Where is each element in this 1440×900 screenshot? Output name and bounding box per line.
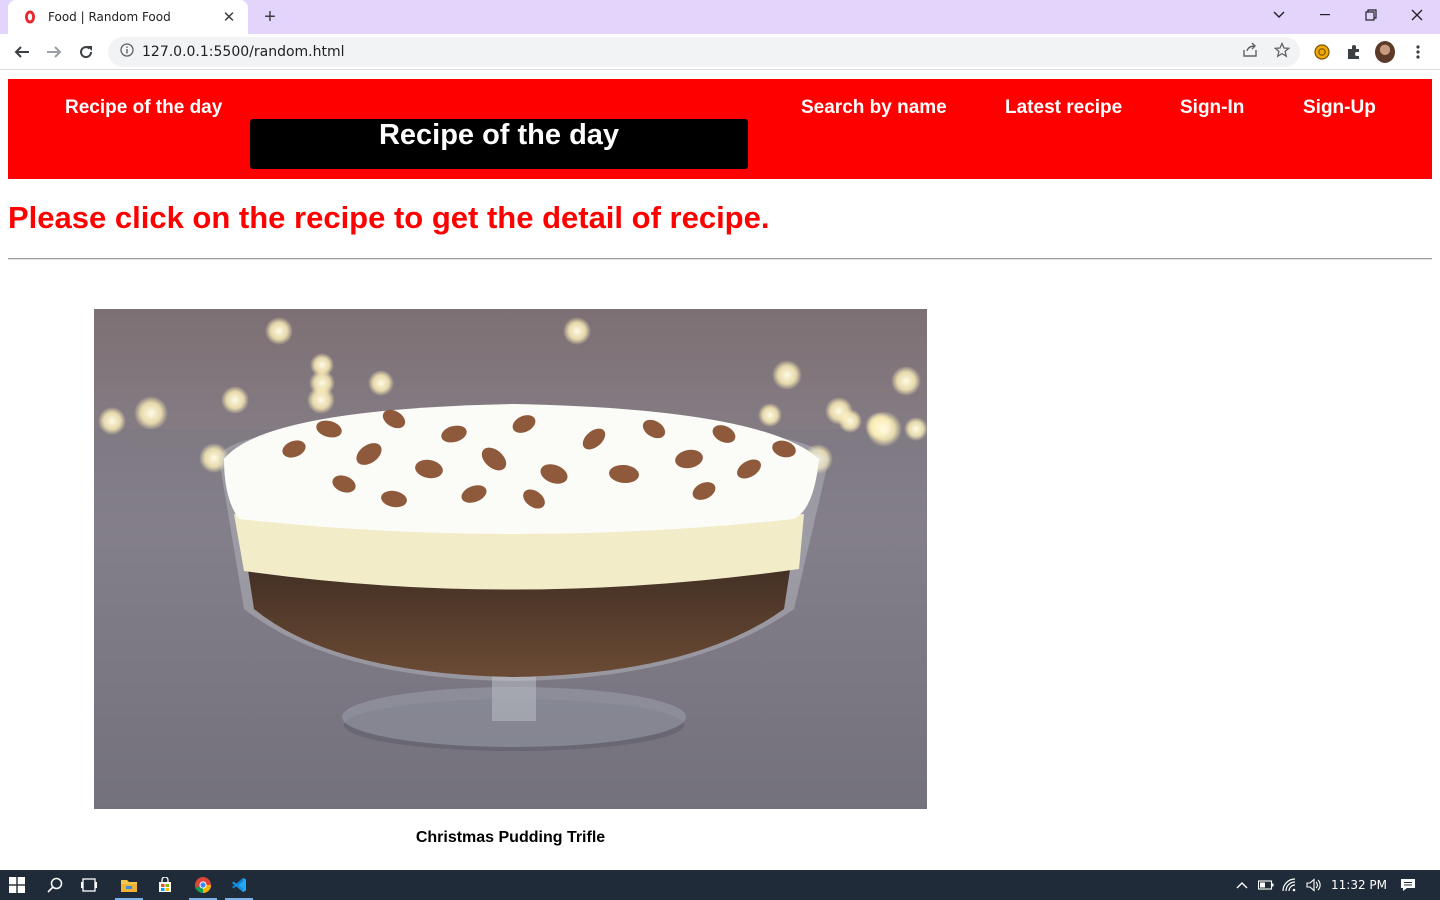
- recipe-of-the-day-banner: Recipe of the day: [250, 119, 748, 169]
- share-icon[interactable]: [1241, 41, 1259, 59]
- tab-close-icon[interactable]: ✕: [220, 8, 238, 26]
- nav-search-by-name-link[interactable]: Search by name: [801, 97, 947, 119]
- windows-start-icon[interactable]: [0, 870, 34, 900]
- instruction-heading: Please click on the recipe to get the de…: [8, 200, 770, 235]
- nav-recipe-of-the-day-link[interactable]: Recipe of the day: [65, 97, 222, 119]
- window-close-button[interactable]: [1394, 0, 1440, 30]
- search-icon[interactable]: [38, 870, 72, 900]
- microsoft-store-icon[interactable]: [148, 870, 182, 900]
- browser-tab[interactable]: Food | Random Food ✕: [8, 0, 248, 34]
- site-info-icon[interactable]: [120, 42, 134, 62]
- file-explorer-icon[interactable]: [112, 870, 146, 900]
- url-text: 127.0.0.1:5500/random.html: [142, 44, 345, 60]
- recipe-name[interactable]: Christmas Pudding Trifle: [94, 829, 927, 847]
- minimize-button[interactable]: [1302, 0, 1348, 30]
- extensions-puzzle-icon[interactable]: [1344, 42, 1364, 62]
- task-view-icon[interactable]: [72, 870, 106, 900]
- recipe-card[interactable]: Christmas Pudding Trifle: [94, 309, 927, 847]
- chrome-icon[interactable]: [186, 870, 220, 900]
- horizontal-rule: [8, 258, 1432, 260]
- browser-tab-strip: Food | Random Food ✕ +: [0, 0, 1440, 34]
- network-icon[interactable]: [1280, 870, 1300, 900]
- profile-avatar[interactable]: [1375, 41, 1395, 63]
- back-icon[interactable]: [10, 40, 34, 64]
- site-navbar: Recipe of the day Recipe of the day Sear…: [8, 79, 1432, 179]
- show-hidden-icons-chevron-icon[interactable]: [1232, 870, 1252, 900]
- reload-icon[interactable]: [74, 40, 98, 64]
- nav-latest-recipe-link[interactable]: Latest recipe: [1005, 97, 1122, 119]
- address-bar[interactable]: 127.0.0.1:5500/random.html: [108, 37, 1300, 67]
- volume-icon[interactable]: [1304, 870, 1324, 900]
- tab-search-icon[interactable]: [1256, 0, 1302, 30]
- nav-sign-in-link[interactable]: Sign-In: [1180, 97, 1244, 119]
- browser-menu-icon[interactable]: [1408, 42, 1428, 62]
- nav-sign-up-link[interactable]: Sign-Up: [1303, 97, 1376, 119]
- tab-title: Food | Random Food: [48, 10, 171, 24]
- battery-icon[interactable]: [1256, 870, 1276, 900]
- new-tab-button[interactable]: +: [258, 6, 282, 28]
- taskbar-clock[interactable]: 11:32 PM: [1328, 870, 1390, 900]
- action-center-icon[interactable]: [1394, 870, 1422, 900]
- browser-toolbar: 127.0.0.1:5500/random.html: [0, 34, 1440, 70]
- recipe-image[interactable]: [94, 309, 927, 809]
- forward-icon[interactable]: [42, 40, 66, 64]
- restore-button[interactable]: [1348, 0, 1394, 30]
- vscode-icon[interactable]: [222, 870, 256, 900]
- site-favicon-icon: [22, 9, 38, 25]
- extension-coin-icon[interactable]: [1312, 42, 1332, 62]
- bookmark-star-icon[interactable]: [1273, 41, 1291, 59]
- windows-taskbar: 11:32 PM: [0, 870, 1440, 900]
